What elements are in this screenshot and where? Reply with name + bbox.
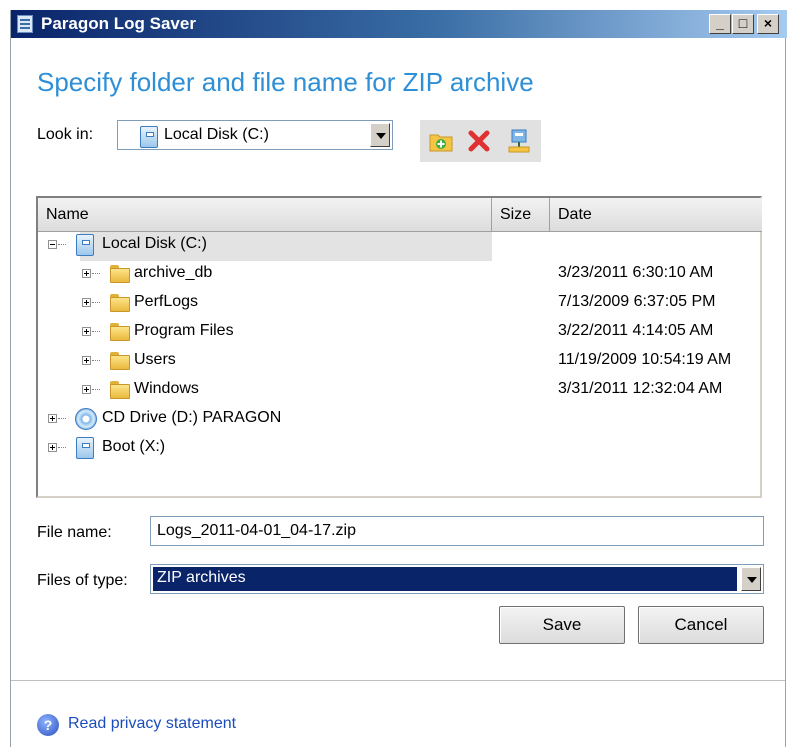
new-folder-icon[interactable] — [428, 128, 454, 154]
tree-line — [92, 360, 100, 361]
tree-item-label: Local Disk (C:) — [102, 235, 207, 252]
footer: ? Read privacy statement — [11, 681, 785, 747]
date-cell: 3/31/2011 12:32:04 AM — [558, 380, 723, 397]
filename-label: File name: — [37, 524, 112, 541]
lookin-dropdown[interactable]: Local Disk (C:) — [117, 120, 393, 150]
date-cell: 7/13/2009 6:37:05 PM — [558, 293, 716, 310]
privacy-link[interactable]: Read privacy statement — [68, 715, 236, 733]
cd-drive-icon — [75, 408, 97, 432]
tree-row[interactable]: Program Files 3/22/2011 4:14:05 AM — [38, 319, 760, 348]
disk-icon — [140, 126, 158, 148]
tree-row[interactable]: archive_db 3/23/2011 6:30:10 AM — [38, 261, 760, 290]
column-header-size[interactable]: Size — [492, 198, 550, 232]
chevron-down-icon[interactable] — [741, 567, 761, 591]
tree-item-label: CD Drive (D:) PARAGON — [102, 409, 282, 426]
expand-icon[interactable] — [82, 356, 91, 365]
network-drive-icon[interactable] — [506, 128, 532, 154]
chevron-down-icon[interactable] — [370, 123, 390, 147]
app-icon — [17, 15, 33, 33]
expand-icon[interactable] — [82, 327, 91, 336]
folder-icon — [110, 292, 132, 316]
window-title: Paragon Log Saver — [41, 14, 196, 33]
tree-item-label: Users — [134, 351, 176, 368]
disk-icon — [76, 437, 98, 461]
tree-line — [92, 389, 100, 390]
page-title: Specify folder and file name for ZIP arc… — [37, 67, 534, 97]
date-cell: 11/19/2009 10:54:19 AM — [558, 351, 732, 368]
help-icon[interactable]: ? — [37, 714, 59, 736]
collapse-icon[interactable] — [48, 240, 57, 249]
tree-line — [92, 331, 100, 332]
lookin-value: Local Disk (C:) — [164, 126, 269, 143]
title-bar[interactable]: Paragon Log Saver _ □ × — [11, 10, 787, 38]
tree-line — [92, 302, 100, 303]
column-header-date[interactable]: Date — [550, 198, 762, 232]
lookin-label: Look in: — [37, 126, 94, 143]
tree-row[interactable]: Users 11/19/2009 10:54:19 AM — [38, 348, 760, 377]
tree-item-label: Windows — [134, 380, 199, 397]
date-cell: 3/22/2011 4:14:05 AM — [558, 322, 714, 339]
expand-icon[interactable] — [48, 414, 57, 423]
tree-line — [92, 273, 100, 274]
tree-line — [58, 418, 66, 419]
filetype-value: ZIP archives — [153, 567, 737, 591]
maximize-icon: □ — [738, 15, 748, 31]
tree-row[interactable]: PerfLogs 7/13/2009 6:37:05 PM — [38, 290, 760, 319]
folder-icon — [110, 263, 132, 287]
save-button[interactable]: Save — [499, 606, 625, 644]
close-button[interactable]: × — [757, 14, 779, 34]
folder-icon — [110, 379, 132, 403]
expand-icon[interactable] — [82, 298, 91, 307]
folder-toolbar — [420, 120, 541, 162]
tree-row[interactable]: Boot (X:) — [38, 435, 760, 464]
tree-item-label: Program Files — [134, 322, 234, 339]
delete-icon[interactable] — [466, 128, 492, 154]
dialog-window: Paragon Log Saver _ □ × Specify folder a… — [10, 10, 787, 747]
tree-line — [58, 244, 66, 245]
tree-row[interactable]: Local Disk (C:) — [38, 232, 760, 261]
tree-row[interactable]: Windows 3/31/2011 12:32:04 AM — [38, 377, 760, 406]
filetype-dropdown[interactable]: ZIP archives — [150, 564, 764, 594]
disk-icon — [76, 234, 98, 258]
minimize-icon: _ — [716, 15, 724, 31]
tree-line — [58, 447, 66, 448]
expand-icon[interactable] — [48, 443, 57, 452]
expand-icon[interactable] — [82, 269, 91, 278]
folder-icon — [110, 321, 132, 345]
filetype-label: Files of type: — [37, 572, 128, 589]
folder-icon — [110, 350, 132, 374]
column-header-name[interactable]: Name — [38, 198, 492, 232]
tree-item-label: archive_db — [134, 264, 213, 281]
date-cell: 3/23/2011 6:30:10 AM — [558, 264, 714, 281]
expand-icon[interactable] — [82, 385, 91, 394]
tree-item-label: PerfLogs — [134, 293, 199, 310]
tree-row[interactable]: CD Drive (D:) PARAGON — [38, 406, 760, 435]
file-list[interactable]: Name Size Date Local Disk (C:) archive_d… — [36, 196, 762, 498]
cancel-button[interactable]: Cancel — [638, 606, 764, 644]
maximize-button[interactable]: □ — [732, 14, 754, 34]
minimize-button[interactable]: _ — [709, 14, 731, 34]
close-icon: × — [763, 15, 773, 31]
tree-item-label: Boot (X:) — [102, 438, 166, 455]
filename-field[interactable]: Logs_2011-04-01_04-17.zip — [150, 516, 764, 546]
